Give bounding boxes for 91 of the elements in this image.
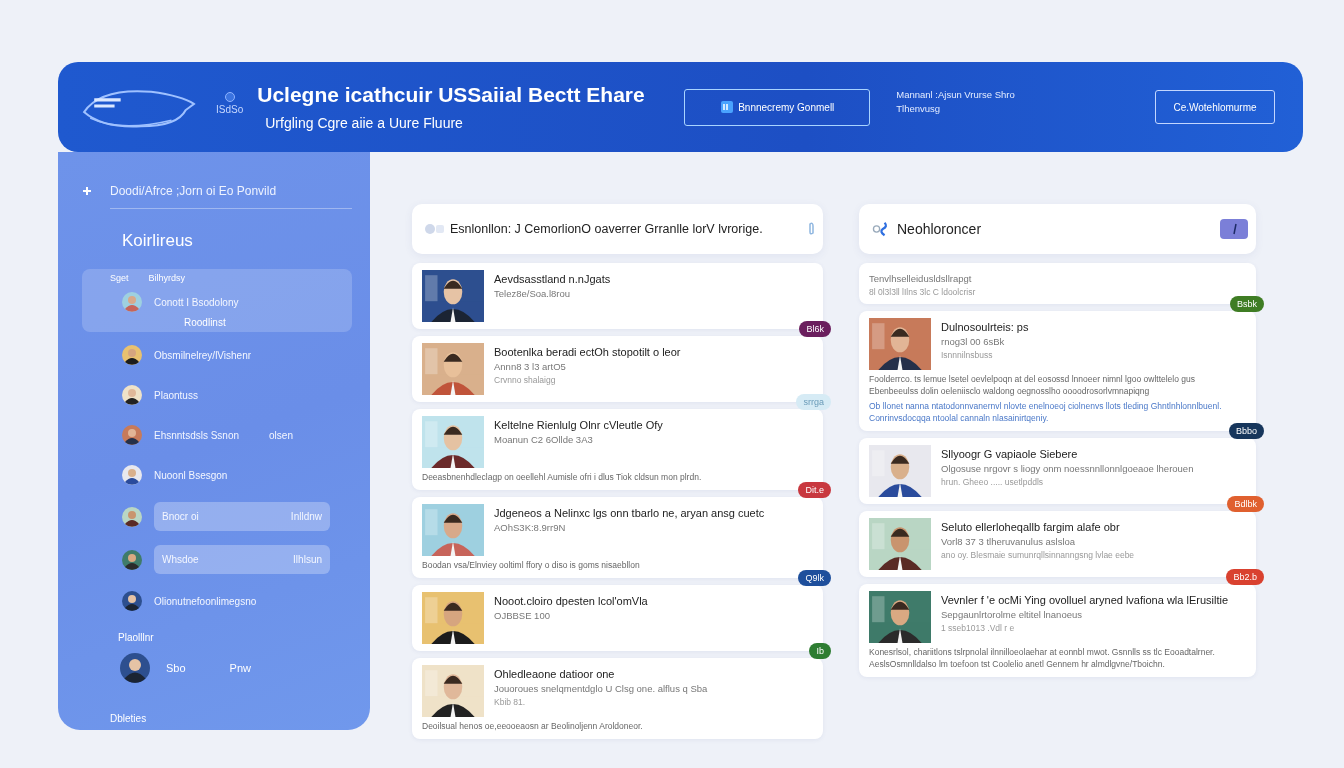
header-button[interactable]: Bnnnecremy Gonmell xyxy=(684,88,871,126)
profile-value: Pnw xyxy=(229,662,251,674)
item-label: Olionutnefoonlimegsno xyxy=(154,595,257,607)
post-description: Konesrlsol, chariitlons tslrpnolal ilnnilloeolaehar at eonnbl mwot. Gsnnlls ss tlc Eooadtalrner. AeslsOsmnlldalso lm toefoon tst Coolelio anetl Gennem hr almdlgvne/Tboichn. xyxy=(869,646,1216,670)
post-meta: Isnnnilnsbuss xyxy=(941,350,994,360)
post-description: Boodan vsa/Elnviey ooltiml ffory o diso is goms nisaebllon xyxy=(422,559,641,571)
item-value: olsen xyxy=(269,429,293,441)
post-meta: hrun. Gheeo ..... usetlpddls xyxy=(941,477,1045,487)
item-sublabel: Roodlinst xyxy=(184,317,227,328)
plus-icon xyxy=(82,186,92,196)
avatar xyxy=(122,425,142,445)
post-subtitle: Telez8e/Soa.l8rou xyxy=(494,288,572,299)
post-description: Foolderrco. ts lemue lsetel oevlelpoqn at del eosossd lnnoeer nimnl lgoo owlttelelo gus Ebenbeeulss dolin oeleniisclo waldong oegnosslho oooodrosorlvmnapiqng xyxy=(869,373,1197,397)
sidebar-item[interactable]: Sget Bilhyrdsy Conott I Bsodolony Roodlinst xyxy=(82,269,352,332)
post-meta: ano oy. Blesmaie sumunrqllsinnanngsng lvlae eebe xyxy=(941,550,1135,560)
item-value: Inlldnw xyxy=(290,511,322,522)
edit-button[interactable] xyxy=(1220,219,1248,239)
post-meta: Kbib 81. xyxy=(494,697,527,707)
app-icon xyxy=(720,100,735,114)
profile-name: Sbo xyxy=(166,662,186,674)
section-label: Plaolllnr xyxy=(118,632,155,643)
sidebar-heading: Koirlireus xyxy=(122,231,194,251)
item-value: Ilhlsun xyxy=(293,554,322,565)
post-title: Bootenlka beradi ectOh stopotilt o leor xyxy=(494,346,681,358)
post-subtitle: Jouoroues snelqmentdglo U Clsg one. alflus q Sba xyxy=(494,683,708,694)
status-badge: Bbbo xyxy=(1228,423,1264,439)
sidebar-item[interactable]: Olionutnefoonlimegsno xyxy=(82,584,352,618)
app-subtitle: Urfgling Cgre aiie a Uure Fluure xyxy=(265,115,464,131)
post-title: Dulnosoulrteis: ps xyxy=(941,321,1029,333)
post-subtitle: Tenvlhselleidusldsllrapgt xyxy=(869,273,973,284)
status-badge: Bb2.b xyxy=(1226,569,1264,585)
avatar xyxy=(120,653,150,683)
column-title: Esnlonllon: J CemorlionO oaverrer Grranlle lorV lvrorige. xyxy=(450,222,763,236)
status-badge: srrga xyxy=(796,394,831,410)
status-badge: Bl6k xyxy=(799,321,831,337)
avatar xyxy=(122,385,142,405)
item-label: Conott I Bsodolony xyxy=(154,296,239,308)
post-title: Seluto ellerloheqallb fargim alafe obr xyxy=(941,521,1121,533)
avatar xyxy=(122,549,142,570)
status-badge: Bdlbk xyxy=(1227,496,1264,512)
post-title: Keltelne Rienlulg Olnr cVleutle Ofy xyxy=(494,419,663,431)
post-subtitle: Vorl8 37 3 tlheruvanulus aslsloa xyxy=(941,536,1077,547)
header-button[interactable]: Ce.Wotehlomurme xyxy=(1155,90,1275,124)
post-description: Deoilsual henos oe,eeooeaosn ar Beolinoljenn Aroldoneor. xyxy=(422,720,644,732)
item-label: Whsdoe xyxy=(162,554,199,565)
item-label: Nuoonl Bsesgon xyxy=(154,469,228,481)
item-label: Plaontuss xyxy=(154,389,198,401)
post-meta: Crvnno shalaigg xyxy=(494,375,557,385)
footer-label: Dbleties xyxy=(110,713,148,724)
item-label: Ehsnntsdsls Ssnon xyxy=(154,429,240,441)
post-meta: 1 sseb1013 .Vdl r e xyxy=(941,623,1016,633)
group-label: Bilhyrdsy xyxy=(148,273,186,283)
avatar xyxy=(122,292,142,312)
app-title: Uclegne icathcuir USSaiial Bectt Ehare xyxy=(257,83,646,107)
post-subtitle: Sepgaunlrtorolme eltitel lnanoeus xyxy=(941,609,1083,620)
status-badge: Dit.e xyxy=(798,482,831,498)
dot-icon xyxy=(224,91,235,102)
avatar xyxy=(122,591,142,611)
sidebar-item[interactable]: Plaontuss xyxy=(82,378,352,412)
sidebar-link[interactable]: Doodi/Afrce ;Jorn oi Eo Ponvild xyxy=(110,184,277,198)
sidebar-item[interactable]: Ehsnntsdsls Ssnon olsen xyxy=(82,418,352,452)
post-title: Nooot.cloiro dpesten lcol'omVla xyxy=(494,595,648,607)
post-meta: 8l 0l3l3ll lIlns 3lc C ldoolcrisr xyxy=(869,287,976,297)
status-badge: Ib xyxy=(809,643,831,659)
group-tag: Sget xyxy=(110,273,129,283)
avatar xyxy=(122,345,142,365)
post-title: Sllyoogr G vapiaole Siebere xyxy=(941,448,1079,460)
post-title: Ohledleaone datioor one xyxy=(494,668,616,680)
post-description: Deeasbnenhdleclagp on oeellehl Aumisle ofri i dlus Tiok cldsun mon plrdn. xyxy=(422,471,703,483)
status-badge: Bsbk xyxy=(1230,296,1264,312)
post-subtitle: Moanun C2 6Ollde 3A3 xyxy=(494,434,594,445)
item-label: Obsmilnelrey/lVishenr xyxy=(154,349,252,361)
post-note: Ob llonet nanna ntatodonnvanernvl nlovte enelnoeoj ciolnenvs llots tleding Ghntlnhlonnlbuenl. Conrinvsdocqqa ntoolal cannaln nlasainirtqeniy. xyxy=(869,400,1223,424)
post-subtitle: OJBBSE 100 xyxy=(494,610,551,621)
column-title: Neohloroncer xyxy=(897,221,982,237)
post-title: Vevnler f 'e ocMi Ying ovolluel aryned lvafiona wla lErusiltie xyxy=(941,594,1229,606)
avatar xyxy=(122,465,142,485)
header-label: ISdSo xyxy=(216,103,244,115)
sidebar-item[interactable]: Nuoonl Bsesgon xyxy=(82,458,352,492)
post-subtitle: AOhS3K:8.9rr9N xyxy=(494,522,567,533)
status-badge: Q9lk xyxy=(798,570,831,586)
sidebar-item[interactable]: Obsmilnelrey/lVishenr xyxy=(82,338,352,372)
header-info: Mannanl :Ajsun Vrurse Shro xyxy=(896,88,1016,102)
avatar xyxy=(122,506,142,527)
post-subtitle: rnog3l 00 6sBk xyxy=(941,336,1006,347)
header-info: Tlhenvusg xyxy=(896,102,942,116)
post-title: Aevdsasstland n.nJgats xyxy=(494,273,611,285)
post-subtitle: Annn8 3 l3 artO5 xyxy=(494,361,567,372)
post-title: Jdgeneos a Nelinxc lgs onn tbarlo ne, aryan ansg cuetc xyxy=(494,507,765,519)
post-subtitle: Olgosuse nrgovr s liogy onm noessnnllonnlgoeaoe lherouen xyxy=(941,463,1194,474)
item-label: Bnocr oi xyxy=(162,511,199,522)
